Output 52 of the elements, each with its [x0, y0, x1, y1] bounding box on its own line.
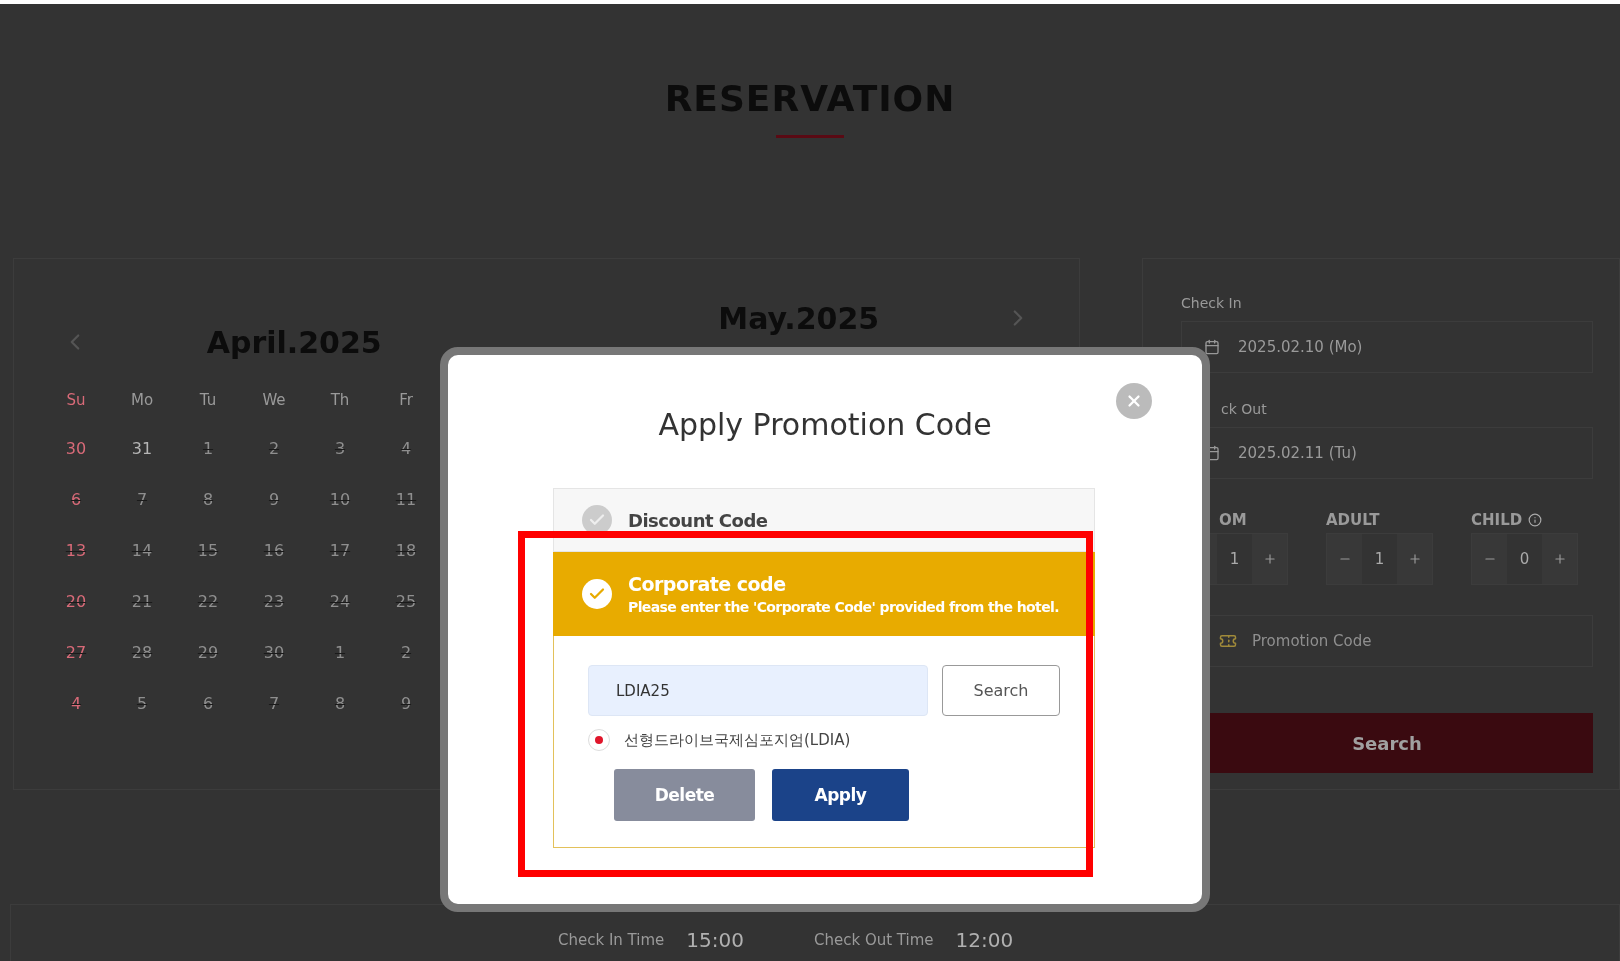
- weekday-label: We: [261, 390, 287, 411]
- option-hint: Please enter the 'Corporate Code' provided from the hotel.: [628, 599, 1059, 615]
- time-label: Check Out Time: [813, 931, 934, 949]
- field-label: Check In: [1181, 295, 1243, 313]
- close-button[interactable]: [1116, 383, 1152, 419]
- time-value: 12:00: [955, 928, 1014, 952]
- weekday-label: Mo: [129, 390, 155, 411]
- weekday-label: Th: [329, 390, 351, 411]
- calendar-icon: [1204, 339, 1220, 355]
- plus-icon: [1407, 552, 1422, 566]
- time-value: 15:00: [686, 928, 744, 952]
- calendar-day[interactable]: 1: [175, 423, 241, 474]
- weekday-label: Fr: [398, 390, 414, 411]
- check-icon: [582, 579, 612, 609]
- guest-label: CHILD: [1471, 511, 1523, 529]
- guest-label: OM: [1219, 511, 1247, 529]
- code-option[interactable]: Discount Code: [553, 488, 1095, 552]
- calendar-day[interactable]: 30: [43, 423, 109, 474]
- field-label: ck Out: [1221, 401, 1268, 419]
- minus-button[interactable]: [1327, 534, 1362, 584]
- plus-button[interactable]: [1397, 534, 1432, 584]
- code-input[interactable]: LDIA25: [588, 665, 928, 716]
- calendar-day[interactable]: 1: [307, 627, 373, 678]
- minus-button[interactable]: [1472, 534, 1507, 584]
- calendar-day[interactable]: 7: [109, 474, 175, 525]
- title-underline: [776, 135, 844, 138]
- weekday-label: Tu: [198, 390, 218, 411]
- stepper-value: 0: [1518, 549, 1531, 570]
- date-field[interactable]: 2025.02.10 (Mo): [1181, 321, 1593, 373]
- plus-button[interactable]: [1252, 534, 1287, 584]
- info-icon[interactable]: [1528, 513, 1543, 527]
- code-option[interactable]: Corporate code Please enter the 'Corporate Code' provided from the hotel.: [553, 552, 1095, 636]
- plus-icon: [1262, 552, 1277, 566]
- search-button[interactable]: Search: [942, 665, 1060, 716]
- plus-icon: [1552, 552, 1567, 566]
- stepper-value: 1: [1373, 549, 1386, 570]
- delete-button[interactable]: Delete: [614, 769, 755, 821]
- calendar-day[interactable]: 7: [241, 678, 307, 729]
- stepper-value: 1: [1228, 549, 1241, 570]
- result-label: 선형드라이브국제심포지엄(LDIA): [624, 730, 851, 750]
- calendar-day[interactable]: 31: [109, 423, 175, 474]
- option-label: Discount Code: [628, 509, 768, 531]
- calendar-day[interactable]: 27: [43, 627, 109, 678]
- apply-button[interactable]: Apply: [772, 769, 909, 821]
- weekday-label: Su: [65, 390, 87, 411]
- dialog-title: Apply Promotion Code: [658, 407, 992, 444]
- ticket-icon: [1219, 632, 1237, 650]
- plus-button[interactable]: [1542, 534, 1577, 584]
- time-label: Check In Time: [558, 931, 665, 949]
- option-label: Corporate code: [628, 573, 787, 595]
- guest-label: ADULT: [1326, 511, 1380, 529]
- close-icon: [1125, 392, 1143, 410]
